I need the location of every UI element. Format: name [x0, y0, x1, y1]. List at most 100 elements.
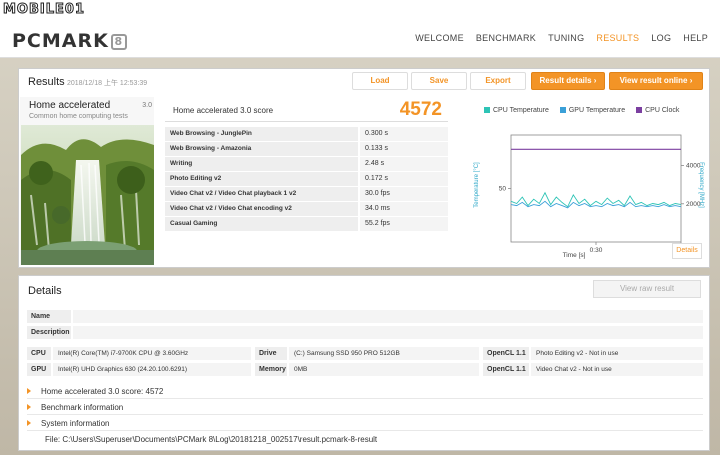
expand-arrow-icon [27, 404, 31, 410]
test-name: Casual Gaming [165, 217, 358, 231]
score-value: 4572 [399, 99, 442, 120]
system-info-text: System information [41, 419, 110, 428]
results-panel: Results 2018/12/18 上午 12:53:39 Load Save… [18, 68, 710, 268]
chart-details-button[interactable]: Details [672, 243, 702, 259]
test-value: 0.172 s [360, 172, 448, 186]
benchmark-info-line[interactable]: Benchmark information [27, 400, 703, 415]
expand-arrow-icon [27, 420, 31, 426]
chart-svg: Temperature [°C] Frequency [MHz] Time [s… [474, 134, 704, 259]
results-title: Results [28, 76, 65, 88]
monitoring-chart: CPU Temperature GPU Temperature CPU Cloc… [456, 97, 706, 267]
opencl-value: Video Chat v2 - Not in use [531, 363, 703, 376]
gpu-row: GPU Intel(R) UHD Graphics 630 (24.20.100… [27, 363, 251, 376]
table-row: Video Chat v2 / Video Chat encoding v2 34… [165, 202, 448, 216]
x-tick-label: 0:30 [590, 247, 603, 254]
logo-text: PCMARK [12, 30, 109, 52]
memory-value: 0MB [289, 363, 479, 376]
cpu-row: CPU Intel(R) Core(TM) i7-9700K CPU @ 3.6… [27, 347, 251, 360]
view-online-button[interactable]: View result online › [609, 72, 703, 90]
memory-row: Memory 0MB [255, 363, 479, 376]
opencl-value: Photo Editing v2 - Not in use [531, 347, 703, 360]
nav-log[interactable]: LOG [645, 33, 677, 43]
x-axis-label: Time [s] [563, 252, 586, 259]
cpu-label: CPU [27, 347, 51, 360]
test-name: Writing [165, 157, 358, 171]
view-online-label: View result online [619, 76, 688, 85]
details-title: Details [28, 285, 62, 297]
drive-label: Drive [255, 347, 287, 360]
score-box: Home accelerated 3.0 score 4572 [165, 97, 448, 122]
chevron-right-icon: › [689, 76, 693, 85]
benchmark-info-text: Benchmark information [41, 403, 124, 412]
gpu-label: GPU [27, 363, 51, 376]
description-row: Description [27, 326, 703, 339]
cpu-temperature-line [510, 191, 682, 208]
table-row: Casual Gaming 55.2 fps [165, 217, 448, 231]
nav-welcome[interactable]: WELCOME [409, 33, 470, 43]
test-value: 0.300 s [360, 127, 448, 141]
file-path: File: C:\Users\Superuser\Documents\PCMar… [45, 435, 378, 444]
system-info-line[interactable]: System information [27, 416, 703, 431]
score-summary-line[interactable]: Home accelerated 3.0 score: 4572 [27, 384, 703, 399]
nav-help[interactable]: HELP [677, 33, 714, 43]
load-button[interactable]: Load [352, 72, 408, 90]
test-name: Video Chat v2 / Video Chat encoding v2 [165, 202, 358, 216]
name-row: Name [27, 310, 703, 323]
opencl-label: OpenCL 1.1 [483, 363, 529, 376]
waterfall-image [21, 125, 154, 265]
save-button[interactable]: Save [411, 72, 467, 90]
result-details-label: Result details [539, 76, 592, 85]
drive-row: Drive (C:) Samsung SSD 950 PRO 512GB [255, 347, 479, 360]
test-value: 55.2 fps [360, 217, 448, 231]
opencl-row-2: OpenCL 1.1 Video Chat v2 - Not in use [483, 363, 703, 376]
top-bar: MOBILE01 PCMARK 8 WELCOME BENCHMARK TUNIN… [0, 0, 720, 58]
view-raw-result-button[interactable]: View raw result [593, 280, 701, 298]
watermark: MOBILE01 [3, 2, 85, 18]
test-name: Web Browsing - Amazonia [165, 142, 358, 156]
gpu-value: Intel(R) UHD Graphics 630 (24.20.100.629… [53, 363, 251, 376]
table-row: Photo Editing v2 0.172 s [165, 172, 448, 186]
card-version: 3.0 [142, 102, 152, 109]
expand-arrow-icon [27, 388, 31, 394]
y-axis-left-label: Temperature [°C] [474, 162, 480, 208]
details-panel: Details View raw result Name Description… [18, 275, 710, 451]
score-summary-text: Home accelerated 3.0 score: 4572 [41, 387, 164, 396]
memory-label: Memory [255, 363, 287, 376]
gpu-temperature-line [510, 200, 682, 209]
logo-badge: 8 [110, 33, 127, 50]
drive-value: (C:) Samsung SSD 950 PRO 512GB [289, 347, 479, 360]
test-name: Web Browsing - JunglePin [165, 127, 358, 141]
score-area: Home accelerated 3.0 score 4572 Web Brow… [165, 97, 457, 267]
card-title: Home accelerated [29, 100, 111, 111]
cpu-value: Intel(R) Core(TM) i7-9700K CPU @ 3.60GHz [53, 347, 251, 360]
results-date: 2018/12/18 上午 12:53:39 [67, 80, 148, 87]
opencl-label: OpenCL 1.1 [483, 347, 529, 360]
opencl-row-1: OpenCL 1.1 Photo Editing v2 - Not in use [483, 347, 703, 360]
export-button[interactable]: Export [470, 72, 526, 90]
name-label: Name [27, 310, 71, 323]
nav-results[interactable]: RESULTS [590, 33, 645, 43]
plot-frame [510, 134, 682, 243]
result-details-button[interactable]: Result details › [531, 72, 605, 90]
app-logo: PCMARK 8 [12, 30, 127, 52]
y-tick-label-right: 2000 [686, 201, 701, 208]
nav-tuning[interactable]: TUNING [542, 33, 590, 43]
y-tick-label-left: 50 [499, 186, 507, 193]
table-row: Web Browsing - Amazonia 0.133 s [165, 142, 448, 156]
chevron-right-icon: › [593, 76, 597, 85]
test-value: 34.0 ms [360, 202, 448, 216]
description-value [73, 326, 703, 339]
table-row: Writing 2.48 s [165, 157, 448, 171]
test-value: 0.133 s [360, 142, 448, 156]
test-results-table: Web Browsing - JunglePin 0.300 s Web Brow… [165, 127, 448, 232]
test-value: 30.0 fps [360, 187, 448, 201]
card-subtitle: Common home computing tests [29, 113, 128, 120]
nav-benchmark[interactable]: BENCHMARK [470, 33, 542, 43]
test-value: 2.48 s [360, 157, 448, 171]
description-label: Description [27, 326, 71, 339]
name-value [73, 310, 703, 323]
main-nav: WELCOME BENCHMARK TUNING RESULTS LOG HEL… [409, 33, 714, 43]
test-name: Video Chat v2 / Video Chat playback 1 v2 [165, 187, 358, 201]
table-row: Web Browsing - JunglePin 0.300 s [165, 127, 448, 141]
y-tick-label-right: 4000 [686, 163, 701, 170]
